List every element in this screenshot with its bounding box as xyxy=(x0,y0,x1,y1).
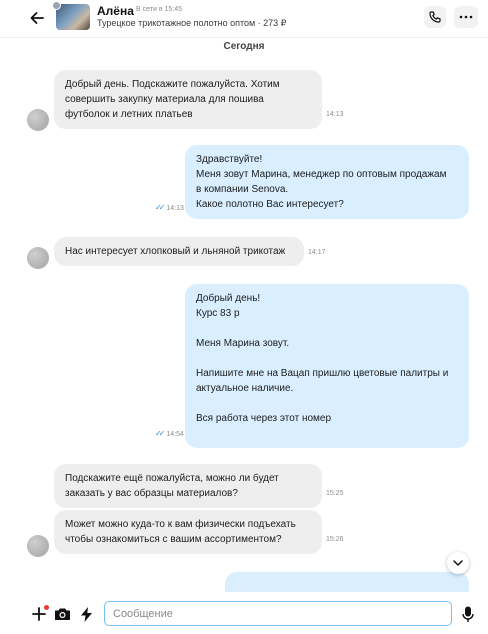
redacted-line xyxy=(236,576,458,591)
message-line xyxy=(196,351,458,366)
more-button[interactable] xyxy=(454,6,478,28)
message-time: 14:13 xyxy=(326,111,344,118)
message-line: Здравствуйте! xyxy=(196,154,263,165)
message-line: Меня зовут Марина, менеджер по оптовым п… xyxy=(196,169,447,180)
message-time: 15:25 xyxy=(326,490,344,497)
message-line: Может можно куда-то к вам физически подъ… xyxy=(65,519,296,530)
message-line: Курс 83 р xyxy=(196,308,240,319)
message-bubble-outgoing[interactable] xyxy=(225,572,469,594)
message-bubble-incoming[interactable]: Нас интересует хлопковый и льняной трико… xyxy=(54,237,304,266)
message-line xyxy=(196,321,458,336)
lightning-icon xyxy=(80,606,92,622)
chevron-down-icon xyxy=(453,560,463,566)
contact-status: В сети в 15:45 xyxy=(136,6,183,13)
redacted-line xyxy=(196,396,458,411)
phone-icon xyxy=(429,11,441,23)
arrow-left-icon xyxy=(30,12,44,24)
chat-header: Алёна В сети в 15:45 Турецкое трикотажно… xyxy=(0,0,488,38)
message-time: 15:26 xyxy=(326,536,344,543)
message-line: актуальное наличие. xyxy=(196,383,294,394)
notification-dot xyxy=(44,605,49,610)
more-horizontal-icon xyxy=(459,15,473,19)
message-line: футболок и летних платьев xyxy=(65,109,193,120)
message-bubble-incoming[interactable]: Может можно куда-то к вам физически подъ… xyxy=(54,510,322,554)
redacted-line xyxy=(196,426,458,441)
camera-button[interactable] xyxy=(53,605,71,623)
message-line: совершить закупку материала для пошива xyxy=(65,94,264,105)
quick-replies-button[interactable] xyxy=(77,605,95,623)
scroll-to-bottom-button[interactable] xyxy=(447,552,469,574)
message-bubble-incoming[interactable]: Подскажите ещё пожалуйста, можно ли буде… xyxy=(54,464,322,508)
message-bubble-outgoing[interactable]: Добрый день! Курс 83 р Меня Марина зовут… xyxy=(185,284,469,448)
sender-avatar[interactable] xyxy=(27,247,49,269)
message-line: в компании Senova. xyxy=(196,184,289,195)
message-time: 14:13 xyxy=(166,205,184,212)
double-check-icon: ✓✓ xyxy=(155,203,166,212)
listing-title[interactable]: Турецкое трикотажное полотно оптом · 273… xyxy=(97,18,286,29)
camera-icon xyxy=(54,608,70,620)
microphone-icon xyxy=(462,606,474,622)
date-separator: Сегодня xyxy=(223,41,265,52)
message-line: заказать у вас образцы материалов? xyxy=(65,488,238,499)
message-line: Добрый день! xyxy=(196,293,261,304)
message-line: Какое полотно Вас интересует? xyxy=(196,199,344,210)
message-line: чтобы ознакомиться с вашим ассортиментом… xyxy=(65,534,282,545)
avatar-status-dot xyxy=(52,1,61,10)
voice-message-button[interactable] xyxy=(459,605,477,623)
message-line: Меня Марина зовут. xyxy=(196,338,290,349)
message-line: Вся работа через этот номер xyxy=(196,413,332,424)
message-input[interactable] xyxy=(104,601,452,626)
message-time: 14:54 xyxy=(166,431,184,438)
sender-avatar[interactable] xyxy=(27,535,49,557)
message-bubble-outgoing[interactable]: Здравствуйте! Меня зовут Марина, менедже… xyxy=(185,145,469,219)
contact-avatar[interactable] xyxy=(56,4,90,30)
message-bubble-incoming[interactable]: Добрый день. Подскажите пожалуйста. Хоти… xyxy=(54,70,322,129)
message-meta: ✓✓ 14:54 xyxy=(155,429,184,438)
message-time: 14:17 xyxy=(308,249,326,256)
sender-avatar[interactable] xyxy=(27,109,49,131)
call-button[interactable] xyxy=(424,6,446,28)
message-meta: ✓✓ 14:13 xyxy=(155,203,184,212)
back-button[interactable] xyxy=(28,9,46,27)
contact-name[interactable]: Алёна xyxy=(97,4,134,18)
message-line: Нас интересует хлопковый и льняной трико… xyxy=(65,246,286,257)
message-line: Напишите мне на Вацап пришлю цветовые па… xyxy=(196,368,449,379)
message-line: Подскажите ещё пожалуйста, можно ли буде… xyxy=(65,473,279,484)
double-check-icon: ✓✓ xyxy=(155,429,166,438)
message-line: Добрый день. Подскажите пожалуйста. Хоти… xyxy=(65,79,280,90)
